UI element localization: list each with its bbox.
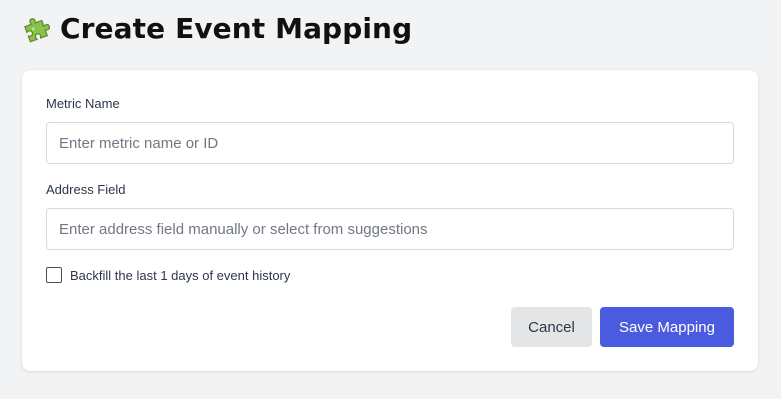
page-header: Create Event Mapping: [20, 10, 412, 46]
backfill-option: Backfill the last 1 days of event histor…: [46, 267, 290, 283]
backfill-checkbox[interactable]: [46, 267, 62, 283]
address-field-input[interactable]: [46, 208, 734, 250]
metric-name-input[interactable]: [46, 122, 734, 164]
backfill-checkbox-label[interactable]: Backfill the last 1 days of event histor…: [70, 268, 290, 283]
metric-name-label: Metric Name: [46, 96, 120, 111]
puzzle-piece-icon: [20, 12, 52, 44]
mapping-form-card: Metric Name Address Field Backfill the l…: [22, 70, 758, 371]
cancel-button[interactable]: Cancel: [511, 307, 592, 347]
save-mapping-button[interactable]: Save Mapping: [600, 307, 734, 347]
address-field-label: Address Field: [46, 182, 126, 197]
page-title: Create Event Mapping: [60, 11, 413, 45]
